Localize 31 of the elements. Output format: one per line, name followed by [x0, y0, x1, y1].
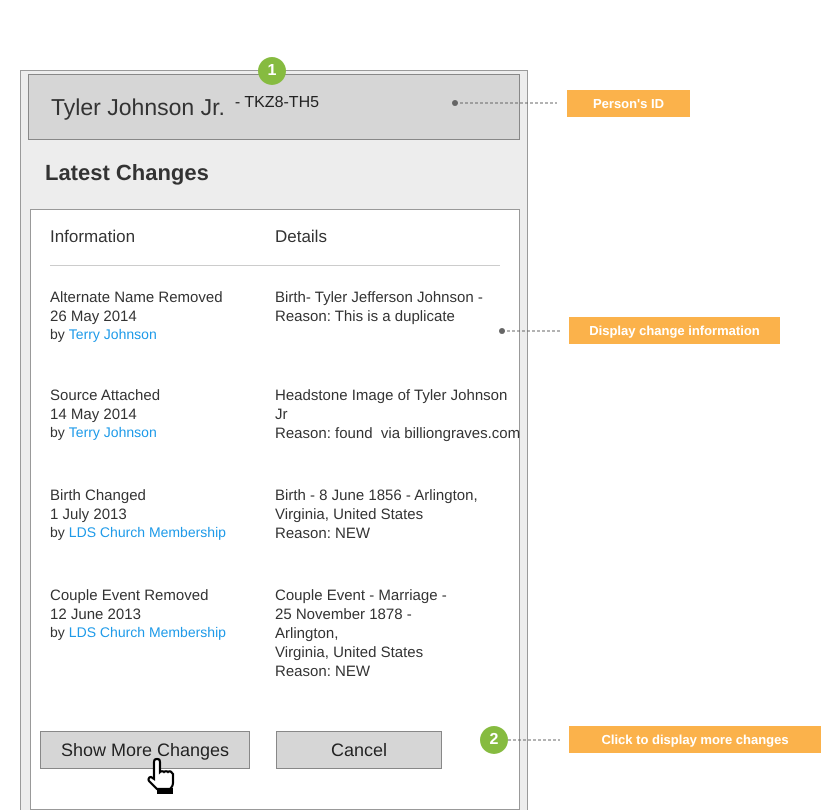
by-label: by — [50, 524, 65, 541]
change-details: Couple Event - Marriage - 25 November 1878 - Arlington, Virginia, United States Reason: NEW — [275, 586, 448, 681]
change-date: 14 May 2014 — [50, 405, 137, 424]
column-header: Details — [275, 227, 327, 247]
change-date: 26 May 2014 — [50, 307, 137, 326]
change-type: Alternate Name Removed — [50, 288, 223, 307]
annotation-note: Display change information — [569, 317, 780, 344]
author-link[interactable]: Terry Johnson — [68, 326, 157, 343]
column-header: Information — [50, 227, 136, 247]
annotation-note: Person's ID — [567, 90, 690, 117]
section-title: Latest Changes — [45, 160, 209, 186]
by-label: by — [50, 326, 65, 343]
person-name: Tyler Johnson Jr. — [51, 94, 225, 120]
by-label: by — [50, 424, 65, 441]
change-type: Couple Event Removed — [50, 586, 208, 605]
step-marker: 1 — [258, 57, 286, 85]
change-details: Headstone Image of Tyler Johnson Jr Reason: found via billiongraves.com — [275, 386, 520, 443]
change-date: 1 July 2013 — [50, 505, 127, 524]
change-type: Birth Changed — [50, 486, 146, 505]
annotation-note: Click to display more changes — [569, 726, 821, 753]
author-link[interactable]: Terry Johnson — [68, 424, 157, 441]
change-details: Birth - 8 June 1856 - Arlington, Virginia, United States Reason: NEW — [275, 486, 479, 543]
change-type: Source Attached — [50, 386, 160, 405]
person-id: - TKZ8-TH5 — [234, 94, 320, 112]
cancel-button[interactable]: Cancel — [276, 731, 442, 769]
author-link[interactable]: LDS Church Membership — [68, 624, 226, 641]
change-details: Birth- Tyler Jefferson Johnson - Reason: This is a duplicate — [275, 288, 484, 326]
show-more-button[interactable]: Show More Changes — [40, 731, 250, 769]
by-label: by — [50, 624, 65, 641]
author-link[interactable]: LDS Church Membership — [68, 524, 226, 541]
change-date: 12 June 2013 — [50, 605, 141, 624]
